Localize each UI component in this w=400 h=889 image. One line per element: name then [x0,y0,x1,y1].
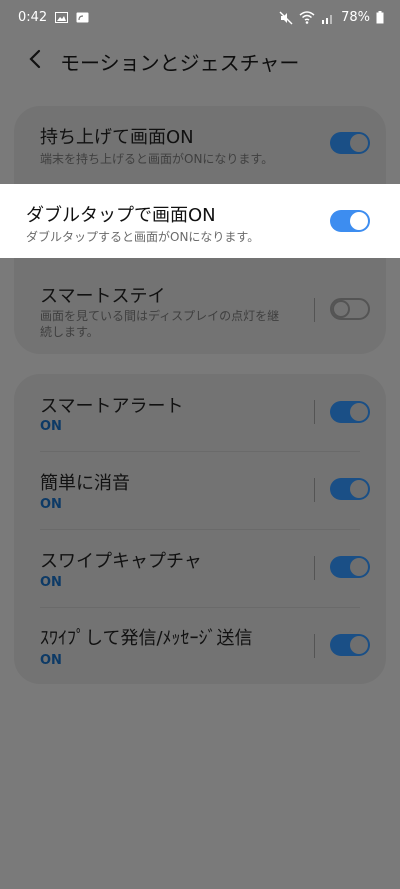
vertical-divider [314,556,315,580]
setting-title: スワイプキャプチャ [40,551,202,572]
page-title: モーションとジェスチャー [60,50,300,75]
setting-lift-to-wake[interactable]: 持ち上げて画面ON 端末を持ち上げると画面がONになります。 [14,106,386,184]
chevron-left-icon [28,49,42,73]
toggle-knob [350,134,368,152]
cast-icon [76,12,89,23]
setting-title: 持ち上げて画面ON [40,127,194,148]
setting-title: スマートステイ [40,286,166,307]
mute-icon [279,11,293,25]
battery-icon [376,11,384,24]
setting-title: 簡単に消音 [40,473,130,494]
setting-easy-mute[interactable]: 簡単に消音 ON [14,452,386,530]
app-header: モーションとジェスチャー [0,44,400,78]
setting-state: ON [40,497,62,512]
setting-smart-alert[interactable]: スマートアラート ON [14,374,386,452]
smart-alert-toggle[interactable] [330,401,370,423]
signal-icon [321,12,335,24]
setting-state: ON [40,419,62,434]
easy-mute-toggle[interactable] [330,478,370,500]
image-icon [55,12,69,23]
toggle-knob [350,558,368,576]
setting-state: ON [40,653,62,668]
smart-stay-toggle[interactable] [330,298,370,320]
setting-subtitle: 端末を持ち上げると画面がONになります。 [40,152,274,166]
swipe-to-call-toggle[interactable] [330,634,370,656]
status-bar: 0:42 78% [0,0,400,36]
setting-swipe-to-call[interactable]: ｽﾜｲﾌﾟして発信/ﾒｯｾｰｼﾞ送信 ON [14,608,386,684]
settings-card-gestures: スマートアラート ON 簡単に消音 ON スワイプキャプチャ ON ｽﾜｲﾌﾟし… [14,374,386,684]
setting-double-tap-to-wake[interactable]: ダブルタップで画面ON ダブルタップすると画面がONになります。 [0,184,400,258]
vertical-divider [314,298,315,322]
toggle-knob [332,300,350,318]
setting-subtitle: ダブルタップすると画面がONになります。 [26,230,260,244]
setting-title: スマートアラート [40,396,184,417]
wifi-icon [299,11,315,24]
setting-swipe-capture[interactable]: スワイプキャプチャ ON [14,530,386,608]
toggle-knob [350,636,368,654]
vertical-divider [314,400,315,424]
battery-level: 78% [341,10,370,25]
toggle-knob [350,480,368,498]
toggle-knob [350,212,368,230]
swipe-capture-toggle[interactable] [330,556,370,578]
setting-state: ON [40,575,62,590]
back-button[interactable] [20,46,50,76]
setting-subtitle-line1: 画面を見ている間はディスプレイの点灯を継 [40,309,280,323]
vertical-divider [314,478,315,502]
status-time: 0:42 [18,10,48,25]
lift-to-wake-toggle[interactable] [330,132,370,154]
toggle-knob [350,403,368,421]
vertical-divider [314,634,315,658]
setting-title: ダブルタップで画面ON [26,205,216,226]
double-tap-toggle[interactable] [330,210,370,232]
setting-title: ｽﾜｲﾌﾟして発信/ﾒｯｾｰｼﾞ送信 [40,628,253,649]
setting-subtitle-line2: 続します。 [40,325,99,339]
setting-smart-stay[interactable]: スマートステイ 画面を見ている間はディスプレイの点灯を継 続します。 [14,266,386,354]
